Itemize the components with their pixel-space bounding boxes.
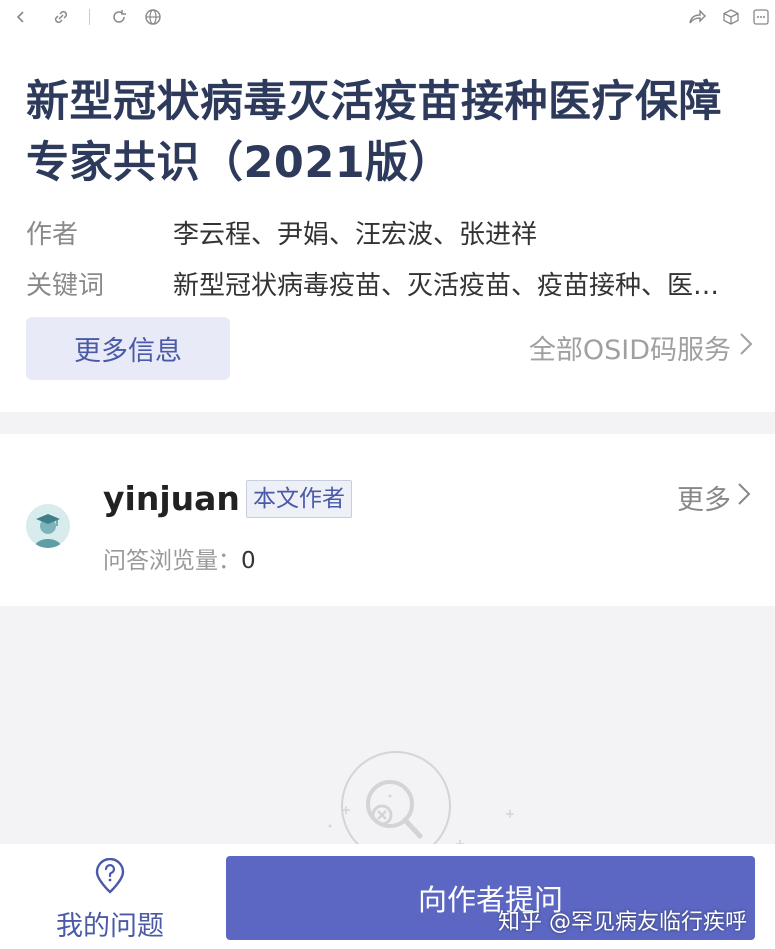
- author-label: 作者: [26, 220, 79, 250]
- chevron-right-icon: [737, 481, 751, 514]
- osid-services-link[interactable]: 全部OSID码服务: [529, 328, 753, 367]
- author-more-link[interactable]: 更多: [677, 478, 751, 517]
- empty-search-icon: [281, 751, 514, 846]
- empty-state: [0, 606, 775, 846]
- qa-views: 问答浏览量：0: [103, 541, 256, 575]
- author-more-label: 更多: [677, 485, 731, 516]
- avatar[interactable]: [26, 504, 70, 548]
- osid-link-label: 全部OSID码服务: [528, 335, 731, 366]
- toolbar-divider: [89, 9, 90, 25]
- author-list: 李云程、尹娟、汪宏波、张进祥: [173, 220, 538, 250]
- back-icon[interactable]: [10, 6, 32, 28]
- author-badge: 本文作者: [246, 480, 352, 518]
- globe-icon[interactable]: [142, 6, 164, 28]
- chevron-right-icon: [739, 331, 753, 364]
- question-pin-icon: [94, 857, 126, 898]
- link-icon[interactable]: [50, 6, 72, 28]
- browser-toolbar: [0, 0, 775, 34]
- author-name[interactable]: yinjuan: [103, 479, 240, 518]
- keywords-list: 新型冠状病毒疫苗、灭活疫苗、疫苗接种、医…: [173, 271, 720, 301]
- cube-icon[interactable]: [720, 6, 742, 28]
- reload-icon[interactable]: [108, 6, 130, 28]
- more-info-button[interactable]: 更多信息: [26, 317, 230, 380]
- watermark: 知乎 @罕见病友临行疾呼: [498, 910, 747, 935]
- share-icon[interactable]: [686, 6, 708, 28]
- views-count: 0: [241, 548, 256, 574]
- article-title: 新型冠状病毒灭活疫苗接种医疗保障专家共识（2021版）: [26, 77, 722, 188]
- views-label: 问答浏览量：: [103, 548, 241, 574]
- my-questions-label: 我的问题: [56, 911, 164, 942]
- my-questions-button[interactable]: 我的问题: [40, 857, 180, 943]
- article-header: 新型冠状病毒灭活疫苗接种医疗保障专家共识（2021版） 作者 李云程、尹娟、汪宏…: [0, 34, 775, 412]
- keywords-label: 关键词: [26, 271, 105, 301]
- author-section: yinjuan 本文作者 更多 问答浏览量：0: [0, 434, 775, 606]
- more-icon[interactable]: [750, 6, 772, 28]
